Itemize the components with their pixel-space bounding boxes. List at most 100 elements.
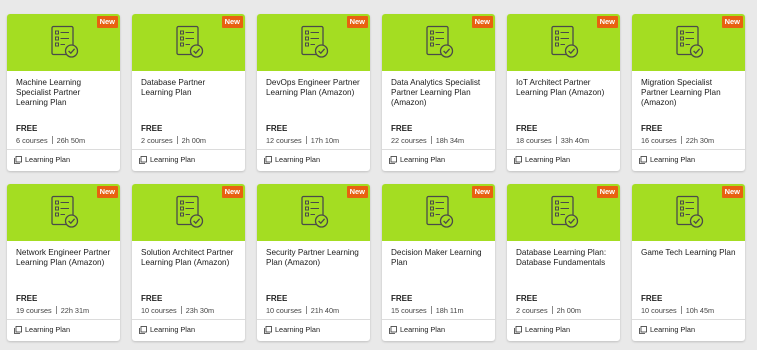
card-title[interactable]: Security Partner Learning Plan (Amazon) xyxy=(266,248,364,268)
checklist-document-icon xyxy=(426,195,454,228)
learning-plan-card[interactable]: New Game Tech Learning Plan FREE 10 cour… xyxy=(632,184,745,341)
price-label: FREE xyxy=(641,294,663,303)
card-divider xyxy=(382,319,495,320)
checklist-document-icon xyxy=(51,195,79,228)
new-badge: New xyxy=(471,186,493,198)
card-title[interactable]: IoT Architect Partner Learning Plan (Ama… xyxy=(516,78,614,98)
card-title[interactable]: Machine Learning Specialist Partner Lear… xyxy=(16,78,114,108)
course-meta: 22 courses 18h 34m xyxy=(391,136,464,145)
card-banner: New xyxy=(132,14,245,71)
new-badge: New xyxy=(596,16,618,28)
meta-separator xyxy=(430,136,432,144)
new-badge: New xyxy=(221,16,243,28)
card-title[interactable]: Solution Architect Partner Learning Plan… xyxy=(141,248,239,268)
card-banner: New xyxy=(257,184,370,241)
card-title[interactable]: Decision Maker Learning Plan xyxy=(391,248,489,268)
learning-plan-card[interactable]: New Machine Learning Specialist Partner … xyxy=(7,14,120,171)
course-meta: 19 courses 22h 31m xyxy=(16,306,89,315)
checklist-document-icon xyxy=(176,195,204,228)
course-count: 10 courses xyxy=(641,306,677,315)
card-banner: New xyxy=(382,184,495,241)
card-banner: New xyxy=(632,14,745,71)
learning-plan-icon xyxy=(14,325,22,334)
meta-separator xyxy=(55,306,57,314)
learning-plan-card[interactable]: New Decision Maker Learning Plan FREE 15… xyxy=(382,184,495,341)
card-title[interactable]: Data Analytics Specialist Partner Learni… xyxy=(391,78,489,108)
checklist-document-icon xyxy=(676,25,704,58)
new-badge: New xyxy=(471,16,493,28)
learning-plan-card[interactable]: New DevOps Engineer Partner Learning Pla… xyxy=(257,14,370,171)
course-count: 22 courses xyxy=(391,136,427,145)
course-count: 19 courses xyxy=(16,306,52,315)
card-footer: Learning Plan xyxy=(139,155,195,164)
learning-plan-icon xyxy=(139,325,147,334)
card-banner: New xyxy=(7,14,120,71)
card-banner: New xyxy=(257,14,370,71)
learning-plan-type-label: Learning Plan xyxy=(650,325,696,334)
price-label: FREE xyxy=(516,124,538,133)
price-label: FREE xyxy=(391,124,413,133)
new-badge: New xyxy=(346,16,368,28)
price-label: FREE xyxy=(266,124,288,133)
course-duration: 21h 40m xyxy=(310,306,340,315)
meta-separator xyxy=(305,306,307,314)
card-footer: Learning Plan xyxy=(389,325,445,334)
price-label: FREE xyxy=(16,294,38,303)
learning-plan-type-label: Learning Plan xyxy=(150,325,196,334)
new-badge: New xyxy=(221,186,243,198)
meta-separator xyxy=(51,136,53,144)
course-count: 18 courses xyxy=(516,136,552,145)
learning-plan-card[interactable]: New Network Engineer Partner Learning Pl… xyxy=(7,184,120,341)
card-banner: New xyxy=(7,184,120,241)
new-badge: New xyxy=(721,186,743,198)
card-footer: Learning Plan xyxy=(264,155,320,164)
card-banner: New xyxy=(632,184,745,241)
course-meta: 10 courses 21h 40m xyxy=(266,306,339,315)
course-meta: 10 courses 10h 45m xyxy=(641,306,714,315)
card-divider xyxy=(632,149,745,150)
course-duration: 26h 50m xyxy=(56,136,86,145)
card-title[interactable]: Network Engineer Partner Learning Plan (… xyxy=(16,248,114,268)
learning-plan-card[interactable]: New Solution Architect Partner Learning … xyxy=(132,184,245,341)
card-title[interactable]: Database Partner Learning Plan xyxy=(141,78,239,98)
course-count: 10 courses xyxy=(141,306,177,315)
learning-plan-type-label: Learning Plan xyxy=(25,325,71,334)
card-title[interactable]: Migration Specialist Partner Learning Pl… xyxy=(641,78,739,108)
learning-plan-card[interactable]: New Security Partner Learning Plan (Amaz… xyxy=(257,184,370,341)
checklist-document-icon xyxy=(301,25,329,58)
price-label: FREE xyxy=(641,124,663,133)
price-label: FREE xyxy=(16,124,38,133)
card-banner: New xyxy=(507,184,620,241)
card-title[interactable]: Database Learning Plan: Database Fundame… xyxy=(516,248,614,268)
learning-plan-icon xyxy=(639,325,647,334)
learning-plan-card[interactable]: New Database Partner Learning Plan FREE … xyxy=(132,14,245,171)
learning-plan-card[interactable]: New Migration Specialist Partner Learnin… xyxy=(632,14,745,171)
meta-separator xyxy=(551,306,553,314)
learning-plan-grid: New Machine Learning Specialist Partner … xyxy=(7,14,745,341)
learning-plan-icon xyxy=(264,325,272,334)
learning-plan-type-label: Learning Plan xyxy=(150,155,196,164)
learning-plan-icon xyxy=(139,155,147,164)
learning-plan-icon xyxy=(514,325,522,334)
course-duration: 18h 11m xyxy=(435,306,464,315)
price-label: FREE xyxy=(141,124,163,133)
learning-plan-type-label: Learning Plan xyxy=(400,155,446,164)
course-count: 6 courses xyxy=(16,136,48,145)
course-duration: 22h 31m xyxy=(60,306,90,315)
meta-separator xyxy=(680,306,682,314)
new-badge: New xyxy=(721,16,743,28)
learning-plan-type-label: Learning Plan xyxy=(525,325,571,334)
course-meta: 12 courses 17h 10m xyxy=(266,136,339,145)
learning-plan-card[interactable]: New IoT Architect Partner Learning Plan … xyxy=(507,14,620,171)
card-title[interactable]: DevOps Engineer Partner Learning Plan (A… xyxy=(266,78,364,98)
learning-plan-type-label: Learning Plan xyxy=(25,155,71,164)
card-divider xyxy=(507,319,620,320)
card-title[interactable]: Game Tech Learning Plan xyxy=(641,248,739,258)
card-footer: Learning Plan xyxy=(639,155,695,164)
card-divider xyxy=(7,149,120,150)
checklist-document-icon xyxy=(551,25,579,58)
checklist-document-icon xyxy=(676,195,704,228)
learning-plan-card[interactable]: New Data Analytics Specialist Partner Le… xyxy=(382,14,495,171)
checklist-document-icon xyxy=(51,25,79,58)
learning-plan-card[interactable]: New Database Learning Plan: Database Fun… xyxy=(507,184,620,341)
